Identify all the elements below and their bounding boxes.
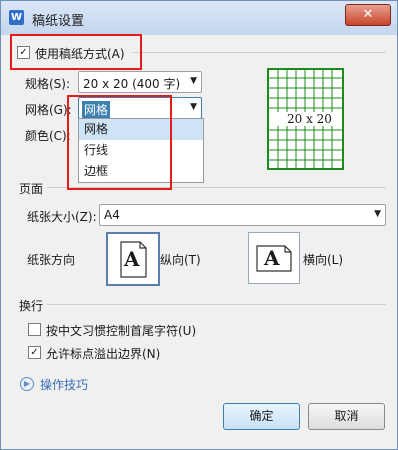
grid-paper-settings-dialog: W 稿纸设置 ✕ ✓ 使用稿纸方式(A) 规格(S): 20 x 20 (400…	[0, 0, 398, 450]
color-label: 颜色(C):	[25, 129, 71, 143]
chevron-down-icon: ▼	[190, 102, 197, 112]
page-section-heading: 页面	[19, 182, 44, 196]
window-title: 稿纸设置	[32, 14, 85, 29]
landscape-glyph: A	[264, 246, 280, 270]
section-divider	[133, 52, 386, 53]
paper-size-label: 纸张大小(Z):	[27, 210, 97, 224]
operation-tips-link[interactable]: 操作技巧	[40, 376, 88, 393]
chevron-down-icon: ▼	[190, 76, 197, 86]
chevron-down-icon: ▼	[374, 209, 381, 219]
highlight-box	[67, 95, 172, 190]
chinese-rules-checkbox[interactable]	[28, 323, 41, 336]
highlight-box	[10, 34, 142, 70]
portrait-label[interactable]: 纵向(T)	[160, 251, 201, 268]
grid-preview-text: 20 x 20	[286, 112, 333, 126]
portrait-orientation-button[interactable]: A	[106, 232, 160, 286]
chinese-rules-label: 按中文习惯控制首尾字符(U)	[46, 324, 197, 338]
punctuation-overflow-label: 允许标点溢出边界(N)	[46, 347, 161, 361]
landscape-label[interactable]: 横向(L)	[303, 251, 343, 268]
title-bar: W 稿纸设置 ✕	[1, 1, 397, 35]
paper-size-select[interactable]: A4 ▼	[99, 204, 386, 226]
punctuation-overflow-checkbox[interactable]: ✓	[28, 346, 41, 359]
spec-select[interactable]: 20 x 20 (400 字) ▼	[78, 71, 202, 93]
landscape-orientation-button[interactable]: A	[248, 232, 300, 284]
spec-value: 20 x 20 (400 字)	[83, 77, 181, 91]
paper-size-value: A4	[104, 208, 120, 222]
section-divider	[47, 304, 386, 305]
linebreak-section-heading: 换行	[19, 299, 44, 313]
play-circle-icon: ▶	[20, 377, 34, 391]
portrait-glyph: A	[124, 247, 140, 271]
grid-preview: 20 x 20	[267, 68, 344, 170]
spec-label: 规格(S):	[25, 77, 71, 91]
paper-orientation-label: 纸张方向	[27, 253, 76, 267]
ok-button[interactable]: 确定	[223, 403, 300, 430]
cancel-button[interactable]: 取消	[308, 403, 385, 430]
app-icon: W	[9, 10, 24, 25]
grid-label: 网格(G):	[25, 103, 72, 117]
close-button[interactable]: ✕	[345, 4, 391, 26]
